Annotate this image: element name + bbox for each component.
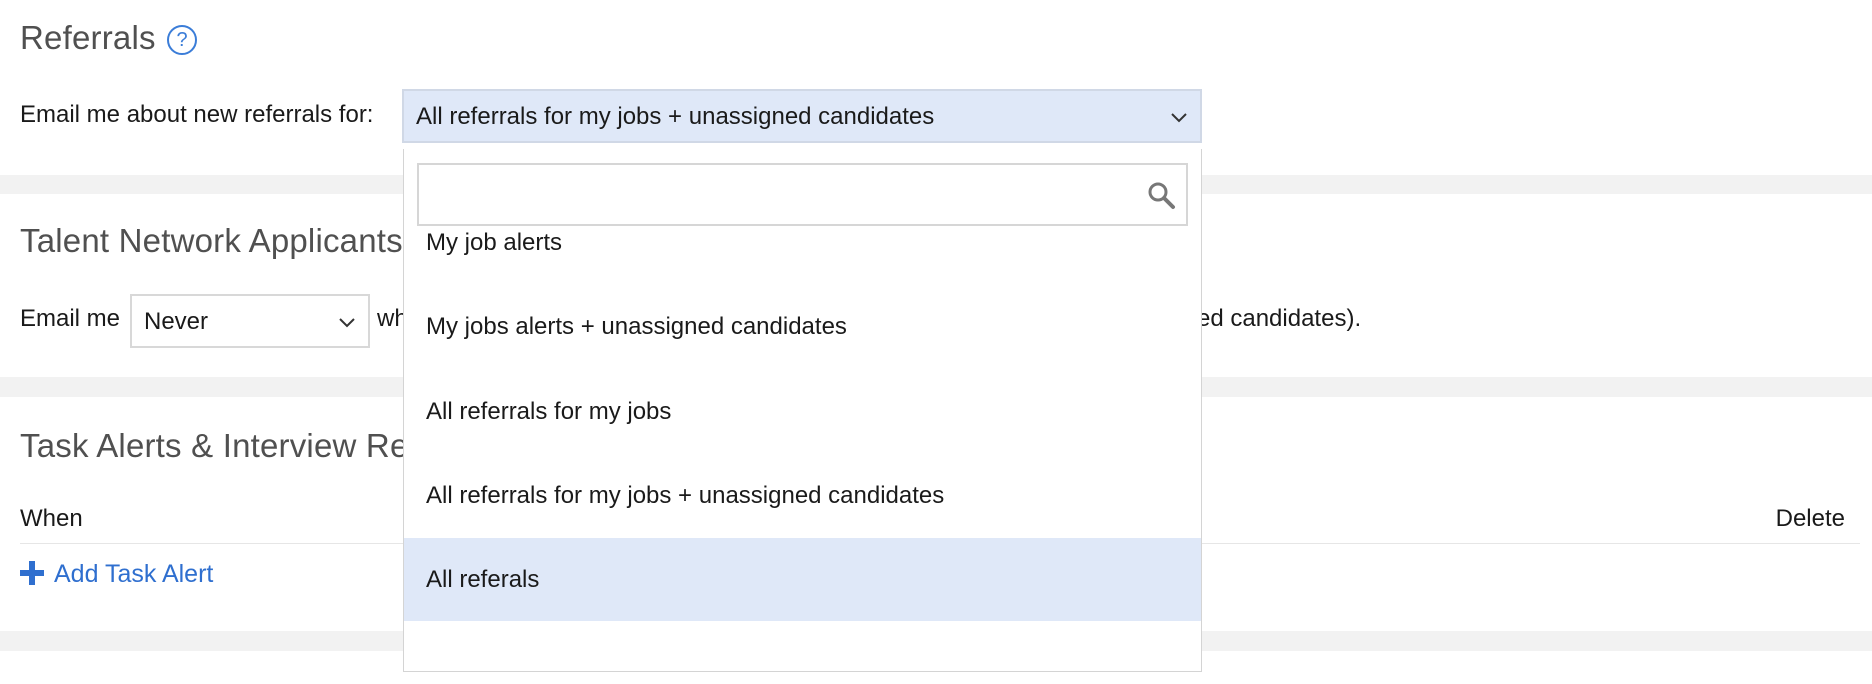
dropdown-option-1[interactable]: My job alerts (404, 201, 1201, 284)
task-alerts-title: Task Alerts & Interview Re (20, 427, 409, 464)
talent-email-prefix: Email me (20, 305, 121, 332)
chevron-down-icon (339, 318, 355, 328)
column-delete: Delete (1775, 505, 1845, 532)
referrals-select[interactable]: All referrals for my jobs + unassigned c… (402, 89, 1202, 143)
help-icon[interactable]: ? (167, 25, 197, 55)
talent-network-title: Talent Network Applicants (20, 222, 403, 259)
dropdown-option-4[interactable]: All referrals for my jobs + unassigned c… (404, 454, 1201, 537)
frequency-select-value: Never (144, 308, 209, 335)
chevron-down-icon (1171, 113, 1187, 123)
dropdown-option-2[interactable]: My jobs alerts + unassigned candidates (404, 285, 1201, 368)
add-task-alert-label: Add Task Alert (54, 560, 214, 588)
talent-text-right: ed candidates). (1197, 305, 1362, 332)
referrals-title: Referrals (20, 19, 156, 56)
dropdown-option-3[interactable]: All referrals for my jobs (404, 370, 1201, 453)
column-when: When (20, 505, 83, 532)
dropdown-option-5[interactable]: All referals (404, 538, 1201, 621)
add-task-alert-link[interactable]: Add Task Alert (20, 560, 213, 589)
referrals-select-value: All referrals for my jobs + unassigned c… (416, 103, 935, 130)
frequency-select[interactable]: Never (130, 294, 370, 348)
referrals-dropdown: My job alerts My jobs alerts + unassigned… (403, 149, 1202, 672)
plus-icon (20, 561, 44, 585)
referrals-email-label: Email me about new referrals for: (20, 101, 374, 128)
